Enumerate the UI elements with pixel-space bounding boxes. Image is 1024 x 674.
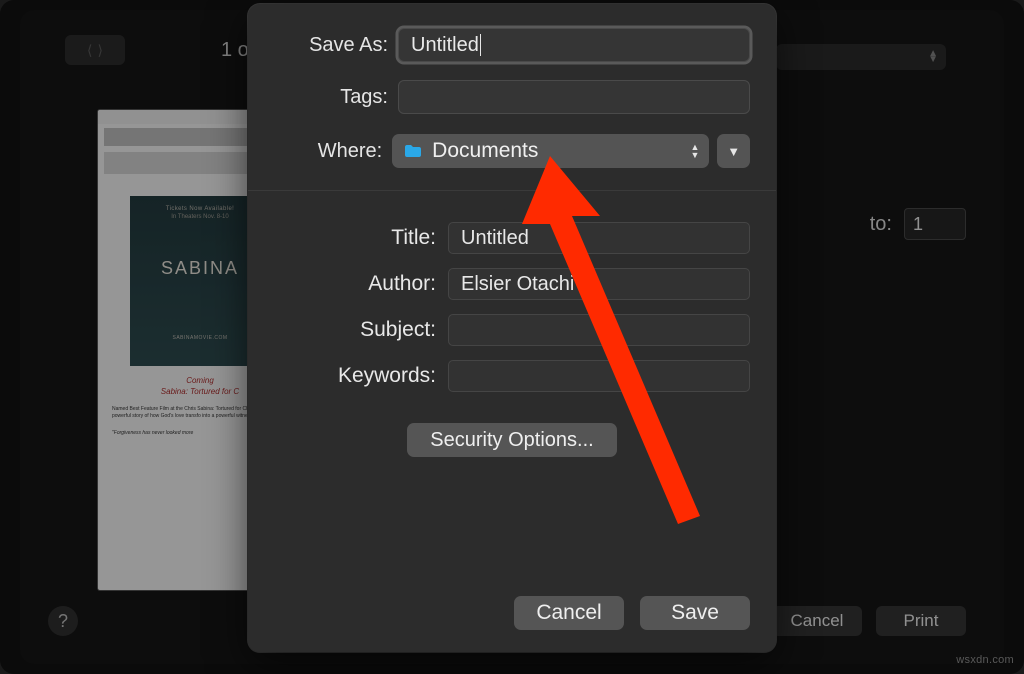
save-as-value: Untitled xyxy=(411,34,479,57)
keywords-field[interactable] xyxy=(448,360,750,392)
title-value: Untitled xyxy=(461,227,529,250)
expand-button[interactable]: ▼ xyxy=(717,134,750,168)
author-field[interactable]: Elsier Otachi xyxy=(448,268,750,300)
app-window: ⟨ ⟩ 1 of ▲▼ Mo Tickets Now Available! In… xyxy=(0,0,1024,674)
title-field[interactable]: Untitled xyxy=(448,222,750,254)
cancel-button[interactable]: Cancel xyxy=(514,596,624,630)
chevron-down-icon: ▼ xyxy=(727,144,740,159)
keywords-label: Keywords: xyxy=(274,364,448,388)
subject-field[interactable] xyxy=(448,314,750,346)
tags-field[interactable] xyxy=(398,80,750,114)
folder-icon xyxy=(404,144,422,158)
where-value: Documents xyxy=(432,139,538,163)
where-label: Where: xyxy=(248,140,392,163)
save-as-field[interactable]: Untitled xyxy=(398,28,750,62)
divider xyxy=(248,190,776,191)
save-as-label: Save As: xyxy=(248,34,398,57)
updown-icon: ▲▼ xyxy=(691,134,700,168)
where-dropdown[interactable]: Documents ▲▼ xyxy=(392,134,709,168)
author-value: Elsier Otachi xyxy=(461,273,574,296)
save-button[interactable]: Save xyxy=(640,596,750,630)
title-label: Title: xyxy=(274,226,448,250)
subject-label: Subject: xyxy=(274,318,448,342)
tags-label: Tags: xyxy=(248,86,398,109)
watermark: wsxdn.com xyxy=(956,654,1014,666)
modal-footer: Cancel Save xyxy=(514,596,750,630)
metadata-section: Title: Untitled Author: Elsier Otachi Su… xyxy=(248,215,776,399)
author-label: Author: xyxy=(274,272,448,296)
save-sheet: Save As: Untitled Tags: Where: Documents… xyxy=(248,4,776,652)
text-cursor xyxy=(480,34,481,56)
security-options-button[interactable]: Security Options... xyxy=(407,423,617,457)
